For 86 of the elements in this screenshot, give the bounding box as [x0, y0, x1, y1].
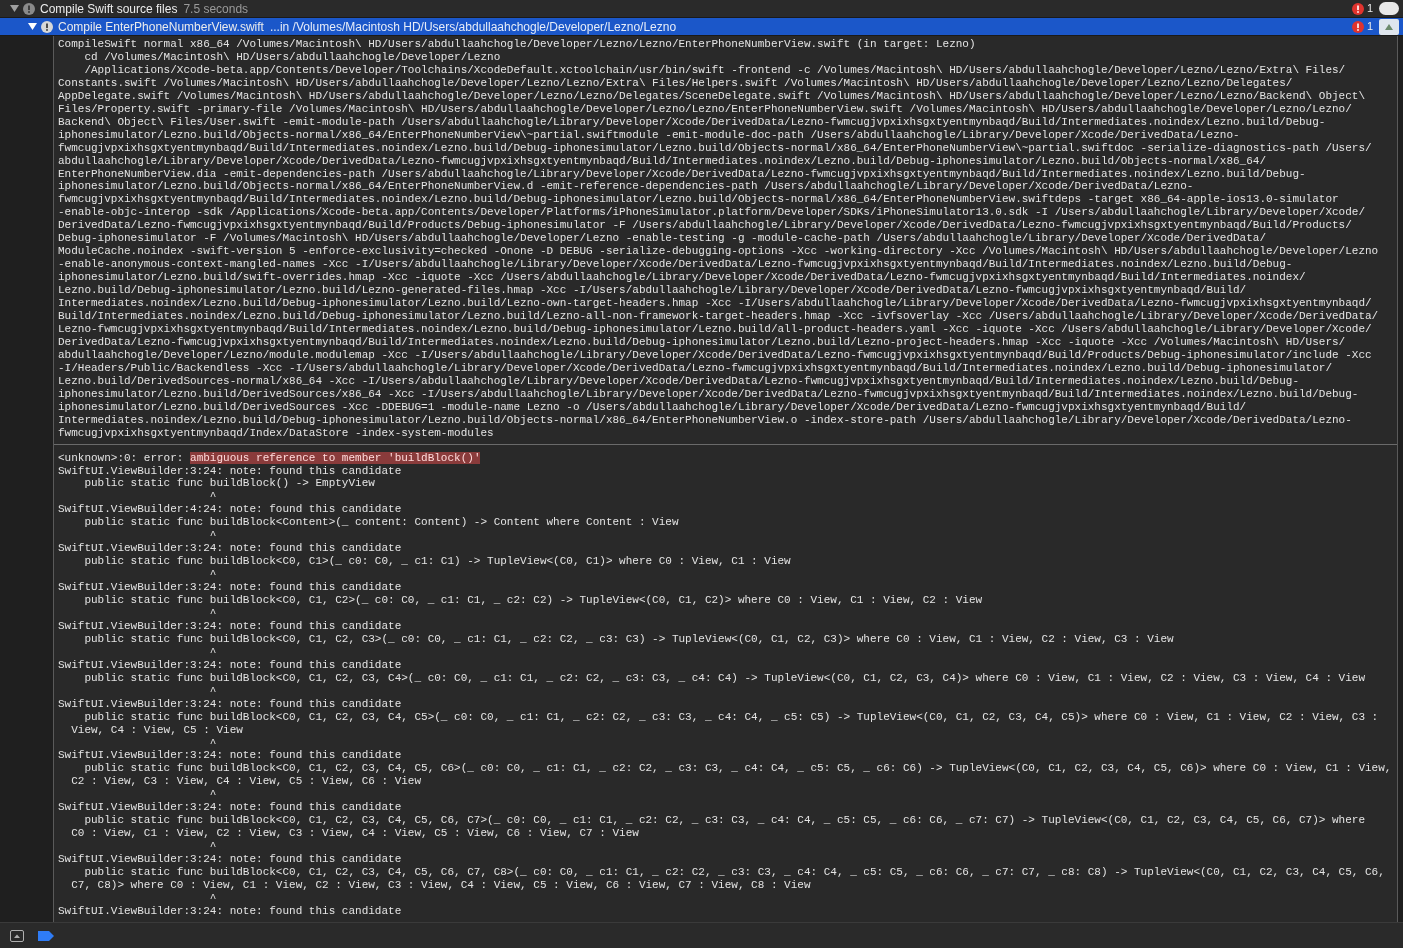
command-line: Constants.swift /Volumes/Macintosh\ HD/Users/abdullaahchogle/Developer/Lezno/Lezno/Extra\ Files/Helpers.swift /Volumes/Macintosh\ HD/Users/abdullaahchogle/Developer/Lezno/Lezno/Delegates/ — [58, 76, 1294, 90]
code-line: C0 : View, C1 : View, C2 : View, C3 : View, C4 : View, C5 : View, C6 : View, C7 : View — [70, 827, 640, 841]
code-line: public static func buildBlock<C0, C1, C2, C3, C4>(_ c0: C0, _ c1: C1, _ c2: C2, _ c3: C3, _ c4: C4) -> TupleView<(C0, C1, C2, C3, C4)> where C0 : View, C1 : View, C2 : View, C3 : View, C4 : View — [83, 671, 1366, 685]
note-line: SwiftUI.ViewBuilder:3:24: note: found this candidate — [58, 904, 403, 918]
command-line: fwmcugjvpxixhsgxtyentmynbaqd/Build/Intermediates.noindex/Lezno.build/Debug-iphonesimulator/Lezno.build/Objects-normal/x86_64/EnterPhoneNumberView.swiftdeps -target x86_64-apple-ios13.0-simulator — [58, 193, 1340, 207]
command-line: DerivedData/Lezno-fwmcugjvpxixhsgxtyentmynbaqd/Build/Products/Debug-iphonesimulator -F /Users/abdullaahchogle/Library/Developer/Xcode/DerivedData/Lezno-fwmcugjvpxixhsgxtyentmynbaqd/Build/Products/ — [58, 219, 1353, 233]
command-line: Intermediates.noindex/Lezno.build/Debug-iphonesimulator/Lezno.build/Lezno-own-target-headers.hmap -Xcc -I/Users/abdullaahchogle/Library/Developer/Xcode/DerivedData/Lezno-fwmcugjvpxixhsgxtyentmynbaqd/ — [58, 297, 1373, 310]
note-line: SwiftUI.ViewBuilder:3:24: note: found this candidate — [58, 581, 403, 595]
command-line: iphonesimulator/Lezno.build/DerivedSources/x86_64 -Xcc -I/Users/abdullaahchogle/Library/Developer/Xcode/DerivedData/Lezno-fwmcugjvpxixhsgxtyentmynbaqd/Build/Intermediates.noindex/Lezno.build/Debug- — [58, 387, 1360, 401]
caret-mark: ^ — [208, 891, 218, 905]
log-row[interactable]: Compile EnterPhoneNumberView.swift ...in /Volumes/Macintosh HD/Users/abdullaahchogle/Developer/Lezno/Lezno 1 — [0, 18, 1403, 36]
command-line: CompileSwift normal x86_64 /Volumes/Macintosh\ HD/Users/abdullaahchogle/Developer/Lezno/Lezno/EnterPhoneNumberView.swift (in target: Lezno) — [58, 38, 977, 51]
toggle-switch[interactable] — [1379, 2, 1399, 15]
error-count: 1 — [1366, 19, 1373, 35]
exclamation-circle-icon — [41, 20, 53, 33]
row-detail: ...in /Volumes/Macintosh HD/Users/abdullaahchogle/Developer/Lezno/Lezno — [269, 18, 677, 36]
panel-toggle-icon — [10, 929, 24, 942]
caret-mark: ^ — [208, 490, 218, 504]
error-icon — [1351, 20, 1364, 33]
log-row[interactable]: Compile Swift source files 7.5 seconds 1 — [0, 0, 1403, 18]
command-line: -enable-anonymous-context-mangled-names -Xcc -I/Users/abdullaahchogle/Library/Developer/Xcode/DerivedData/Lezno-fwmcugjvpxixhsgxtyentmynbaqd/Build/Intermediates.noindex/Lezno.build/Debug- — [58, 258, 1294, 272]
disclosure-triangle-icon[interactable] — [28, 22, 37, 31]
command-line: Lezno.build/DerivedSources-normal/x86_64 -Xcc -I/Users/abdullaahchogle/Library/Developer/Xcode/DerivedData/Lezno-fwmcugjvpxixhsgxtyentmynbaqd/Build/Intermediates.noindex/Lezno.build/Debug- — [58, 374, 1300, 388]
command-line: DerivedData/Lezno-fwmcugjvpxixhsgxtyentmynbaqd/Build/Intermediates.noindex/Lezno.build/Debug-iphonesimulator/Lezno.build/Lezno-project-headers.hmap -Xcc -iquote -Xcc /Volumes/Macintosh\ HD/Users/ — [58, 335, 1347, 349]
command-line: iphonesimulator/Lezno.build/Objects-normal/x86_64/EnterPhoneNumberView\~partial.swiftmodule -emit-module-doc-path /Users/abdullaahchogle/Library/Developer/Xcode/DerivedData/Lezno- — [58, 128, 1241, 142]
caret-mark: ^ — [208, 840, 218, 854]
command-line: abdullaahchogle/Developer/Lezno/module.modulemap -Xcc -I/Users/abdullaahchogle/Library/Developer/Xcode/DerivedData/Lezno-fwmcugjvpxixhsgxtyentmynbaqd/Build/Products/Debug-iphonesimulator/include -Xcc — [58, 348, 1373, 362]
note-line: SwiftUI.ViewBuilder:3:24: note: found this candidate — [58, 749, 403, 763]
row-detail: 7.5 seconds — [183, 0, 249, 18]
command-line: ModuleCache.noindex -swift-version 5 -enforce-exclusivity=checked -Onone -D DEBUG -serialize-debugging-options -Xcc -working-directory -Xcc /Volumes/Macintosh\ HD/Users/abdullaahchogle/Developer/Lezno — [58, 245, 1380, 259]
command-line: Debug-iphonesimulator -F /Volumes/Macintosh\ HD/Users/abdullaahchogle/Developer/Lezno -enable-testing -g -module-cache-path /Users/abdullaahchogle/Library/Developer/Xcode/DerivedData/ — [58, 232, 1267, 246]
row-title: Compile EnterPhoneNumberView.swift — [58, 18, 264, 36]
command-line: EnterPhoneNumberView.dia -emit-dependencies-path /Users/abdullaahchogle/Library/Developer/Xcode/DerivedData/Lezno-fwmcugjvpxixhsgxtyentmynbaqd/Build/Intermediates.noindex/Lezno.build/Debug- — [58, 167, 1307, 181]
caret-mark: ^ — [208, 607, 218, 620]
command-line: iphonesimulator/Lezno.build/Objects-normal/x86_64/EnterPhoneNumberView.d -emit-reference-dependencies-path /Users/abdullaahchogle/Library/Developer/Xcode/DerivedData/Lezno- — [58, 180, 1195, 194]
error-line: <unknown>:0: error: ambiguous reference to member 'buildBlock()' — [58, 451, 482, 465]
command-line: Build/Intermediates.noindex/Lezno.build/Debug-iphonesimulator/Lezno.build/Lezno-all-non-framework-target-headers.hmap -Xcc -ivfsoverlay -Xcc /Users/abdullaahchogle/Library/Developer/Xcode/DerivedData/ — [58, 310, 1380, 323]
code-line: public static func buildBlock<C0, C1, C2, C3, C4, C5, C6>(_ c0: C0, _ c1: C1, _ c2: C2, _ c3: C3, _ c4: C4, _ c5: C5, _ c6: C6) -> TupleView<(C0, C1, C2, C3, C4, C5, C6)> where C0 : View, C1 : View, — [83, 762, 1393, 776]
caret-mark: ^ — [208, 529, 218, 543]
command-line: fwmcugjvpxixhsgxtyentmynbaqd/Index/DataStore -index-system-modules — [58, 426, 495, 440]
command-line: /Applications/Xcode-beta.app/Contents/Developer/Toolchains/XcodeDefault.xctoolchain/usr/bin/swift -frontend -c /Volumes/Macintosh\ HD/Users/abdullaahchogle/Developer/Lezno/Lezno/Extra\ Files/ — [83, 63, 1347, 77]
note-line: SwiftUI.ViewBuilder:3:24: note: found this candidate — [58, 619, 403, 633]
up-triangle-icon — [1385, 23, 1393, 30]
caret-mark: ^ — [208, 645, 218, 659]
command-line: Backend\ Object\ Files/User.swift -emit-module-path /Users/abdullaahchogle/Library/Developer/Xcode/DerivedData/Lezno-fwmcugjvpxixhsgxtyentmynbaqd/Build/Intermediates.noindex/Lezno.build/Debug- — [58, 115, 1327, 129]
code-line: public static func buildBlock<Content>(_ content: Content) -> Content where Content : View — [83, 516, 680, 530]
note-line: SwiftUI.ViewBuilder:4:24: note: found this candidate — [58, 503, 403, 517]
code-line: public static func buildBlock() -> EmptyView — [83, 477, 376, 491]
caret-mark: ^ — [208, 736, 218, 750]
code-line: public static func buildBlock<C0, C1, C2, C3, C4, C5, C6, C7, C8>(_ c0: C0, _ c1: C1, _ c2: C2, _ c3: C3, _ c4: C4, _ c5: C5, _ c6: C6, _ c7: C7, _ c8: C8) -> TupleView<(C0, C1, C2, C3, C4, C5, C6, — [83, 866, 1386, 879]
command-line: Lezno.build/Debug-iphonesimulator/Lezno.build/Lezno-generated-files.hmap -Xcc -I/Users/abdullaahchogle/Library/Developer/Xcode/DerivedData/Lezno-fwmcugjvpxixhsgxtyentmynbaqd/Build/ — [58, 284, 1248, 298]
row-title: Compile Swift source files — [40, 0, 178, 18]
disclosure-triangle-icon[interactable] — [10, 4, 19, 13]
code-line: View, C4 : View, C5 : View — [70, 723, 244, 737]
scroll-up-button[interactable] — [1379, 18, 1399, 35]
note-line: SwiftUI.ViewBuilder:3:24: note: found this candidate — [58, 853, 403, 867]
command-line: AppDelegate.swift /Volumes/Macintosh\ HD/Users/abdullaahchogle/Developer/Lezno/Lezno/Delegates/SceneDelegate.swift /Volumes/Macintosh\ HD/Users/abdullaahchogle/Developer/Lezno/Lezno/Backend\ Object\ — [58, 89, 1366, 103]
note-line: SwiftUI.ViewBuilder:3:24: note: found this candidate — [58, 801, 403, 815]
code-line: public static func buildBlock<C0, C1, C2>(_ c0: C0, _ c1: C1, _ c2: C2) -> TupleView<(C0, C1, C2)> where C0 : View, C1 : View, C2 : View — [83, 594, 984, 607]
command-line: iphonesimulator/Lezno.build/DerivedSources -Xcc -DDEBUG=1 -module-name Lezno -o /Users/abdullaahchogle/Library/Developer/Xcode/DerivedData/Lezno-fwmcugjvpxixhsgxtyentmynbaqd/Build/ — [58, 400, 1248, 414]
note-line: SwiftUI.ViewBuilder:3:24: note: found this candidate — [58, 464, 403, 478]
command-line: Files/Property.swift -primary-file /Volumes/Macintosh\ HD/Users/abdullaahchogle/Developer/Lezno/Lezno/EnterPhoneNumberView.swift /Volumes/Macintosh\ HD/Users/abdullaahchogle/Developer/Lezno/Lezno/ — [58, 102, 1353, 116]
command-line: abdullaahchogle/Library/Developer/Xcode/DerivedData/Lezno-fwmcugjvpxixhsgxtyentmynbaqd/Build/Intermediates.noindex/Lezno.build/Debug-iphonesimulator/Lezno.build/Objects-normal/x86_64/ — [58, 154, 1267, 168]
command-line: fwmcugjvpxixhsgxtyentmynbaqd/Build/Intermediates.noindex/Lezno.build/Debug-iphonesimulator/Lezno.build/Objects-normal/x86_64/EnterPhoneNumberView\~partial.swiftdoc -serialize-diagnostics-path /Users/ — [58, 141, 1373, 155]
code-line: C2 : View, C3 : View, C4 : View, C5 : View, C6 : View — [70, 775, 423, 789]
caret-mark: ^ — [208, 788, 218, 802]
code-line: public static func buildBlock<C0, C1, C2, C3, C4, C5, C6, C7>(_ c0: C0, _ c1: C1, _ c2: C2, _ c3: C3, _ c4: C4, _ c5: C5, _ c6: C6, _ c7: C7) -> TupleView<(C0, C1, C2, C3, C4, C5, C6, C7)> where — [83, 814, 1366, 828]
tag-icon — [38, 930, 54, 941]
note-line: SwiftUI.ViewBuilder:3:24: note: found this candidate — [58, 697, 403, 711]
caret-mark: ^ — [208, 568, 218, 582]
code-line: public static func buildBlock<C0, C1>(_ c0: C0, _ c1: C1) -> TupleView<(C0, C1)> where C0 : View, C1 : View — [83, 555, 792, 569]
command-line: -enable-objc-interop -sdk /Applications/Xcode-beta.app/Contents/Developer/Platforms/iPhoneSimulator.platform/Developer/SDKs/iPhoneSimulator13.0.sdk -I /Users/abdullaahchogle/Library/Developer/Xcode/ — [58, 206, 1366, 220]
code-line: public static func buildBlock<C0, C1, C2, C3>(_ c0: C0, _ c1: C1, _ c2: C2, _ c3: C3) -> TupleView<(C0, C1, C2, C3)> where C0 : View, C1 : View, C2 : View, C3 : View — [83, 632, 1175, 646]
code-line: C7, C8)> where C0 : View, C1 : View, C2 : View, C3 : View, C4 : View, C5 : View, C6 : View, C7 : View, C8 : View — [70, 879, 812, 892]
note-line: SwiftUI.ViewBuilder:3:24: note: found this candidate — [58, 658, 403, 672]
code-line: public static func buildBlock<C0, C1, C2, C3, C4, C5>(_ c0: C0, _ c1: C1, _ c2: C2, _ c3: C3, _ c4: C4, _ c5: C5) -> TupleView<(C0, C1, C2, C3, C4, C5)> where C0 : View, C1 : View, C2 : View, C3 : — [83, 710, 1380, 724]
error-count: 1 — [1366, 1, 1373, 17]
command-line: iphonesimulator/Lezno.build/swift-overrides.hmap -Xcc -iquote -Xcc /Users/abdullaahchogle/Library/Developer/Xcode/DerivedData/Lezno-fwmcugjvpxixhsgxtyentmynbaqd/Build/Intermediates.noindex/ — [58, 271, 1307, 285]
command-line: Lezno-fwmcugjvpxixhsgxtyentmynbaqd/Build/Intermediates.noindex/Lezno.build/Debug-iphonesimulator/Lezno.build/all-product-headers.yaml -Xcc -iquote -Xcc /Users/abdullaahchogle/Library/Developer/Xcode/ — [58, 322, 1373, 336]
command-line: -I/Headers/Public/Backendless -Xcc -I/Users/abdullaahchogle/Library/Developer/Xcode/DerivedData/Lezno-fwmcugjvpxixhsgxtyentmynbaqd/Build/Intermediates.noindex/Lezno.build/Debug-iphonesimulator/ — [58, 361, 1333, 375]
command-line: cd /Volumes/Macintosh\ HD/Users/abdullaahchogle/Developer/Lezno — [83, 50, 502, 64]
error-icon — [1351, 2, 1364, 15]
note-line: SwiftUI.ViewBuilder:3:24: note: found this candidate — [58, 542, 403, 556]
caret-mark: ^ — [208, 684, 218, 698]
command-line: Intermediates.noindex/Lezno.build/Debug-iphonesimulator/Lezno.build/Objects-normal/x86_64/EnterPhoneNumberView.o -index-store-path /Users/abdullaahchogle/Library/Developer/Xcode/DerivedData/Lezno- — [58, 413, 1353, 427]
exclamation-circle-icon — [23, 2, 35, 15]
